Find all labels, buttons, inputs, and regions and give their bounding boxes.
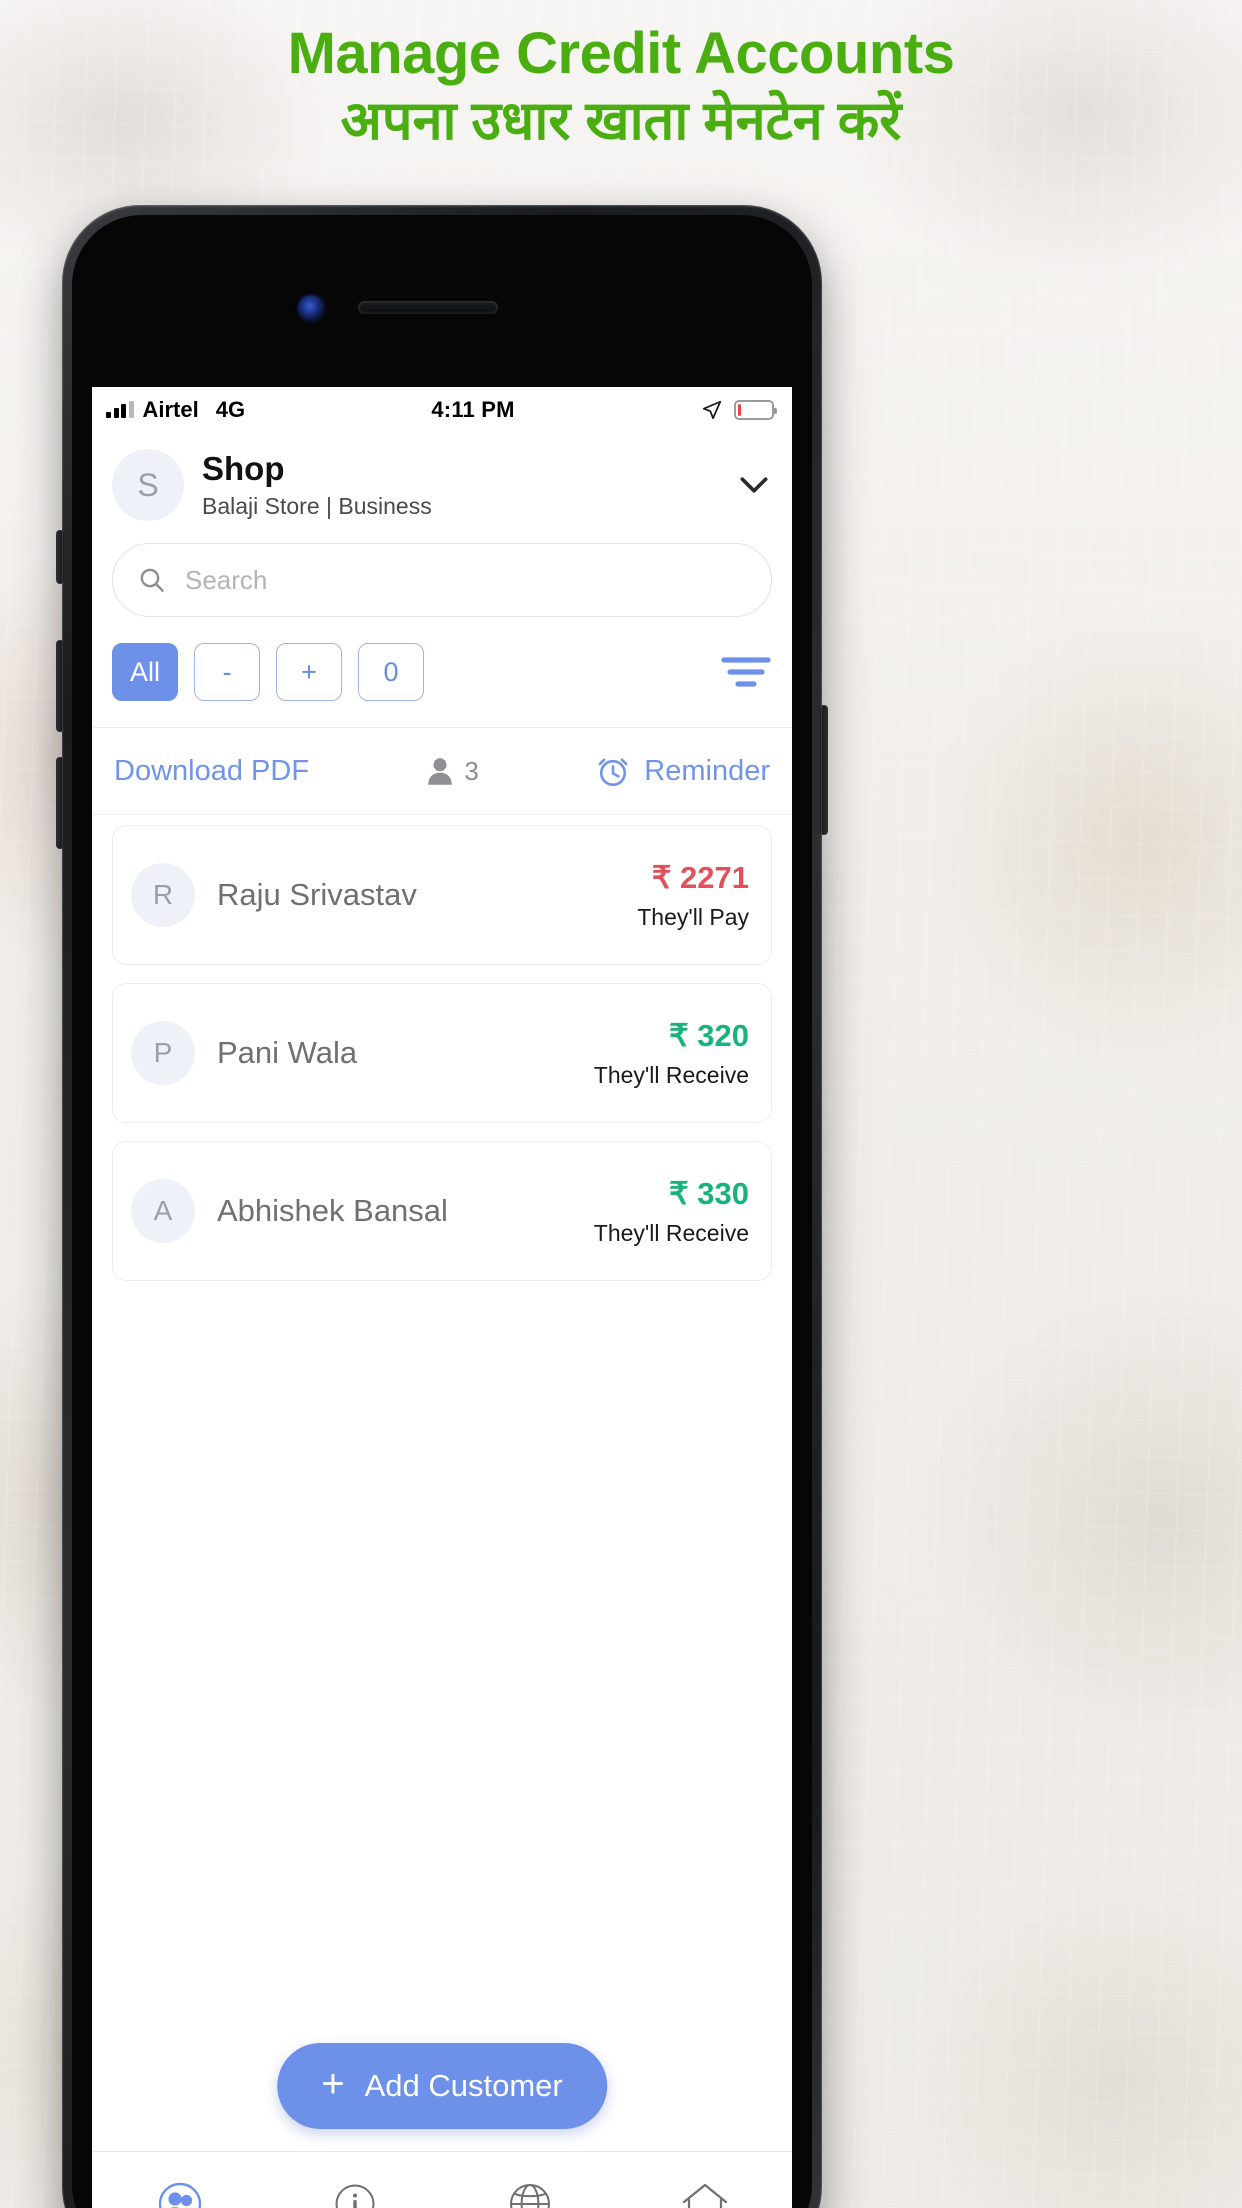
customer-count: 3: [309, 756, 596, 787]
filter-chip-all[interactable]: All: [112, 643, 178, 701]
account-subtitle: Balaji Store | Business: [202, 493, 432, 520]
filter-chip-minus[interactable]: -: [194, 643, 260, 701]
clock-label: 4:11 PM: [431, 397, 515, 422]
front-camera-icon: [298, 295, 324, 321]
add-customer-label: Add Customer: [364, 2068, 563, 2103]
filter-chip-zero[interactable]: 0: [358, 643, 424, 701]
search-box[interactable]: [112, 543, 772, 617]
status-bar-left: Airtel 4G: [106, 397, 245, 423]
avatar: R: [131, 863, 195, 927]
customer-name: Raju Srivastav: [217, 877, 417, 912]
phone-screen-area: Airtel 4G 4:11 PM S Shop Balaji Store | …: [72, 215, 812, 2208]
account-header[interactable]: S Shop Balaji Store | Business: [92, 433, 792, 537]
phone-mute-switch: [56, 530, 64, 584]
status-bar-right: [701, 399, 777, 421]
status-badge: They'll Pay: [637, 904, 749, 931]
bottom-tab-bar: [92, 2151, 792, 2208]
alarm-clock-icon: [598, 758, 628, 787]
table-row[interactable]: A Abhishek Bansal ₹ 330 They'll Receive: [112, 1141, 772, 1281]
home-icon: [682, 2183, 727, 2208]
avatar: P: [131, 1021, 195, 1085]
tab-language[interactable]: [442, 2152, 617, 2208]
actions-row: Download PDF 3 Reminder: [92, 728, 792, 815]
filter-lines-icon[interactable]: [720, 652, 772, 692]
customer-name: Pani Wala: [217, 1035, 358, 1070]
table-row[interactable]: P Pani Wala ₹ 320 They'll Receive: [112, 983, 772, 1123]
reminder-button[interactable]: Reminder: [596, 754, 770, 788]
customer-list: R Raju Srivastav ₹ 2271 They'll Pay P Pa…: [92, 815, 792, 1281]
status-bar: Airtel 4G 4:11 PM: [92, 387, 792, 433]
phone-power-button: [820, 705, 828, 835]
earpiece-speaker: [358, 301, 498, 314]
phone-volume-down: [56, 757, 64, 849]
filter-chip-plus[interactable]: +: [276, 643, 342, 701]
plus-icon: +: [321, 2062, 345, 2106]
app-screen: Airtel 4G 4:11 PM S Shop Balaji Store | …: [92, 387, 792, 2208]
person-icon: [428, 758, 453, 785]
status-badge: They'll Receive: [593, 1062, 749, 1089]
tab-home[interactable]: [617, 2152, 792, 2208]
people-icon: [158, 2182, 201, 2208]
account-avatar: S: [112, 449, 184, 521]
customer-name: Abhishek Bansal: [217, 1193, 448, 1228]
account-title: Shop: [202, 449, 285, 487]
account-text: Shop Balaji Store | Business: [202, 450, 716, 521]
customer-amount: ₹ 2271: [651, 859, 749, 895]
customer-amount: ₹ 330: [668, 1175, 749, 1211]
add-customer-button[interactable]: + Add Customer: [277, 2043, 607, 2129]
status-badge: They'll Receive: [593, 1220, 749, 1247]
tab-customers[interactable]: [92, 2152, 267, 2208]
promo-headline-english: Manage Credit Accounts: [287, 21, 955, 86]
phone-mockup: Airtel 4G 4:11 PM S Shop Balaji Store | …: [56, 205, 828, 2208]
filter-chips-row: All - + 0: [92, 617, 792, 728]
customer-count-value: 3: [464, 755, 479, 786]
tab-info[interactable]: [267, 2152, 442, 2208]
globe-icon: [509, 2183, 550, 2208]
info-circle-icon: [335, 2184, 374, 2208]
customer-amount-block: ₹ 320 They'll Receive: [594, 1017, 749, 1089]
customer-amount: ₹ 320: [668, 1017, 749, 1053]
table-row[interactable]: R Raju Srivastav ₹ 2271 They'll Pay: [112, 825, 772, 965]
customer-amount-block: ₹ 2271 They'll Pay: [637, 859, 749, 931]
network-type-label: 4G: [215, 397, 246, 422]
battery-low-icon: [734, 400, 777, 420]
promo-headline: Manage Credit Accounts अपना उधार खाता मे…: [0, 21, 1242, 154]
avatar: A: [131, 1179, 195, 1243]
customer-amount-block: ₹ 330 They'll Receive: [594, 1175, 749, 1247]
search-section: [92, 537, 792, 617]
search-input[interactable]: [185, 564, 747, 596]
search-icon: [140, 568, 164, 592]
promo-headline-hindi: अपना उधार खाता मेनटेन करें: [340, 90, 902, 151]
download-pdf-button[interactable]: Download PDF: [114, 755, 309, 788]
reminder-label: Reminder: [644, 754, 770, 787]
chevron-down-icon[interactable]: [734, 465, 774, 505]
phone-volume-up: [56, 640, 64, 732]
carrier-label: Airtel: [142, 397, 199, 422]
signal-bars-icon: [106, 401, 134, 418]
location-arrow-icon: [702, 400, 722, 420]
